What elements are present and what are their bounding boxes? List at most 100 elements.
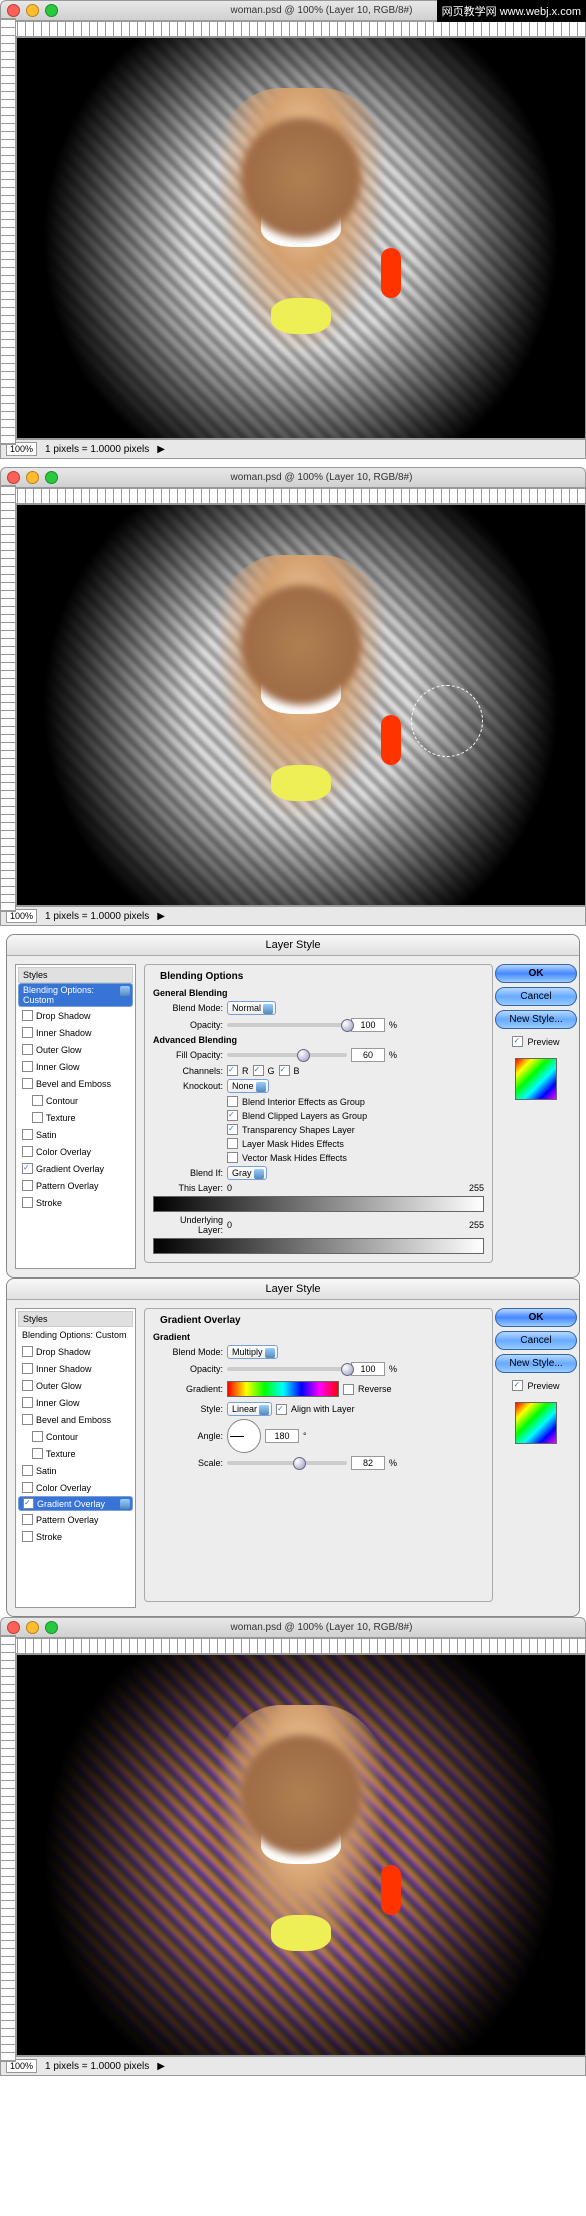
selection-marquee[interactable]	[411, 685, 483, 757]
ruler-vertical[interactable]	[0, 1635, 16, 2062]
align-checkbox[interactable]	[276, 1404, 287, 1415]
zoom-icon[interactable]	[45, 4, 58, 17]
minimize-icon[interactable]	[26, 471, 39, 484]
angle-input[interactable]: 180	[265, 1429, 299, 1443]
minimize-icon[interactable]	[26, 4, 39, 17]
channel-b-checkbox[interactable]	[279, 1065, 290, 1076]
style-checkbox[interactable]	[22, 1197, 33, 1208]
chevron-right-icon[interactable]: ▶	[157, 911, 165, 922]
preview-checkbox[interactable]	[512, 1380, 523, 1391]
option-checkbox[interactable]	[227, 1138, 238, 1149]
style-item[interactable]: Stroke	[18, 1528, 133, 1545]
opacity-input[interactable]: 100	[351, 1018, 385, 1032]
titlebar[interactable]: woman.psd @ 100% (Layer 10, RGB/8#)	[0, 467, 586, 488]
ruler-horizontal[interactable]	[0, 21, 586, 37]
style-checkbox[interactable]	[22, 1146, 33, 1157]
style-item[interactable]: Drop Shadow	[18, 1007, 133, 1024]
style-item[interactable]: Pattern Overlay	[18, 1511, 133, 1528]
style-item[interactable]: Inner Shadow	[18, 1360, 133, 1377]
style-checkbox[interactable]	[22, 1010, 33, 1021]
fill-opacity-input[interactable]: 60	[351, 1048, 385, 1062]
option-checkbox[interactable]	[227, 1096, 238, 1107]
style-item[interactable]: Color Overlay	[18, 1479, 133, 1496]
style-item[interactable]: Satin	[18, 1462, 133, 1479]
styles-list[interactable]: Styles Blending Options: CustomDrop Shad…	[15, 964, 136, 1269]
preview-checkbox[interactable]	[512, 1036, 523, 1047]
style-checkbox[interactable]	[22, 1397, 33, 1408]
opacity-slider[interactable]	[227, 1367, 347, 1371]
close-icon[interactable]	[7, 471, 20, 484]
this-layer-gradient[interactable]	[153, 1196, 484, 1212]
new-style-button[interactable]: New Style...	[495, 1010, 577, 1029]
style-item[interactable]: Gradient Overlay	[18, 1160, 133, 1177]
style-checkbox[interactable]	[22, 1414, 33, 1425]
opacity-slider[interactable]	[227, 1023, 347, 1027]
style-item[interactable]: Gradient Overlay	[18, 1496, 133, 1511]
scale-slider[interactable]	[227, 1461, 347, 1465]
ok-button[interactable]: OK	[495, 1308, 577, 1327]
style-item[interactable]: Drop Shadow	[18, 1343, 133, 1360]
canvas[interactable]	[16, 1654, 586, 2056]
style-checkbox[interactable]	[22, 1044, 33, 1055]
zoom-icon[interactable]	[45, 1621, 58, 1634]
style-checkbox[interactable]	[22, 1180, 33, 1191]
style-item[interactable]: Bevel and Emboss	[18, 1411, 133, 1428]
chevron-right-icon[interactable]: ▶	[157, 444, 165, 455]
ruler-vertical[interactable]	[0, 485, 16, 912]
chevron-right-icon[interactable]: ▶	[157, 2061, 165, 2072]
styles-list[interactable]: Styles Blending Options: CustomDrop Shad…	[15, 1308, 136, 1608]
style-item[interactable]: Inner Glow	[18, 1058, 133, 1075]
underlying-layer-gradient[interactable]	[153, 1238, 484, 1254]
reverse-checkbox[interactable]	[343, 1384, 354, 1395]
ruler-horizontal[interactable]	[0, 488, 586, 504]
style-item[interactable]: Pattern Overlay	[18, 1177, 133, 1194]
blend-mode-select[interactable]: Normal	[227, 1001, 276, 1015]
style-select[interactable]: Linear	[227, 1402, 272, 1416]
style-checkbox[interactable]	[22, 1363, 33, 1374]
style-checkbox[interactable]	[22, 1531, 33, 1542]
channel-r-checkbox[interactable]	[227, 1065, 238, 1076]
option-checkbox[interactable]	[227, 1110, 238, 1121]
style-checkbox[interactable]	[22, 1129, 33, 1140]
fill-opacity-slider[interactable]	[227, 1053, 347, 1057]
style-item[interactable]: Bevel and Emboss	[18, 1075, 133, 1092]
minimize-icon[interactable]	[26, 1621, 39, 1634]
style-item[interactable]: Blending Options: Custom	[18, 1327, 133, 1343]
style-checkbox[interactable]	[32, 1448, 43, 1459]
style-checkbox[interactable]	[23, 1498, 34, 1509]
gradient-picker[interactable]	[227, 1381, 339, 1397]
style-item[interactable]: Contour	[18, 1092, 133, 1109]
style-checkbox[interactable]	[32, 1112, 43, 1123]
angle-dial[interactable]	[227, 1419, 261, 1453]
style-checkbox[interactable]	[22, 1346, 33, 1357]
style-checkbox[interactable]	[22, 1027, 33, 1038]
new-style-button[interactable]: New Style...	[495, 1354, 577, 1373]
style-checkbox[interactable]	[32, 1095, 43, 1106]
canvas[interactable]	[16, 37, 586, 439]
style-item[interactable]: Blending Options: Custom	[18, 983, 133, 1007]
style-checkbox[interactable]	[22, 1163, 33, 1174]
style-checkbox[interactable]	[22, 1078, 33, 1089]
cancel-button[interactable]: Cancel	[495, 1331, 577, 1350]
blendif-select[interactable]: Gray	[227, 1166, 267, 1180]
style-item[interactable]: Contour	[18, 1428, 133, 1445]
close-icon[interactable]	[7, 4, 20, 17]
scale-input[interactable]: 82	[351, 1456, 385, 1470]
style-item[interactable]: Outer Glow	[18, 1041, 133, 1058]
style-item[interactable]: Stroke	[18, 1194, 133, 1211]
style-item[interactable]: Texture	[18, 1109, 133, 1126]
cancel-button[interactable]: Cancel	[495, 987, 577, 1006]
style-item[interactable]: Color Overlay	[18, 1143, 133, 1160]
style-checkbox[interactable]	[22, 1061, 33, 1072]
style-item[interactable]: Inner Shadow	[18, 1024, 133, 1041]
knockout-select[interactable]: None	[227, 1079, 269, 1093]
blend-mode-select[interactable]: Multiply	[227, 1345, 278, 1359]
style-item[interactable]: Inner Glow	[18, 1394, 133, 1411]
option-checkbox[interactable]	[227, 1152, 238, 1163]
zoom-icon[interactable]	[45, 471, 58, 484]
style-item[interactable]: Outer Glow	[18, 1377, 133, 1394]
style-checkbox[interactable]	[22, 1514, 33, 1525]
style-checkbox[interactable]	[32, 1431, 43, 1442]
style-item[interactable]: Texture	[18, 1445, 133, 1462]
channel-g-checkbox[interactable]	[253, 1065, 264, 1076]
